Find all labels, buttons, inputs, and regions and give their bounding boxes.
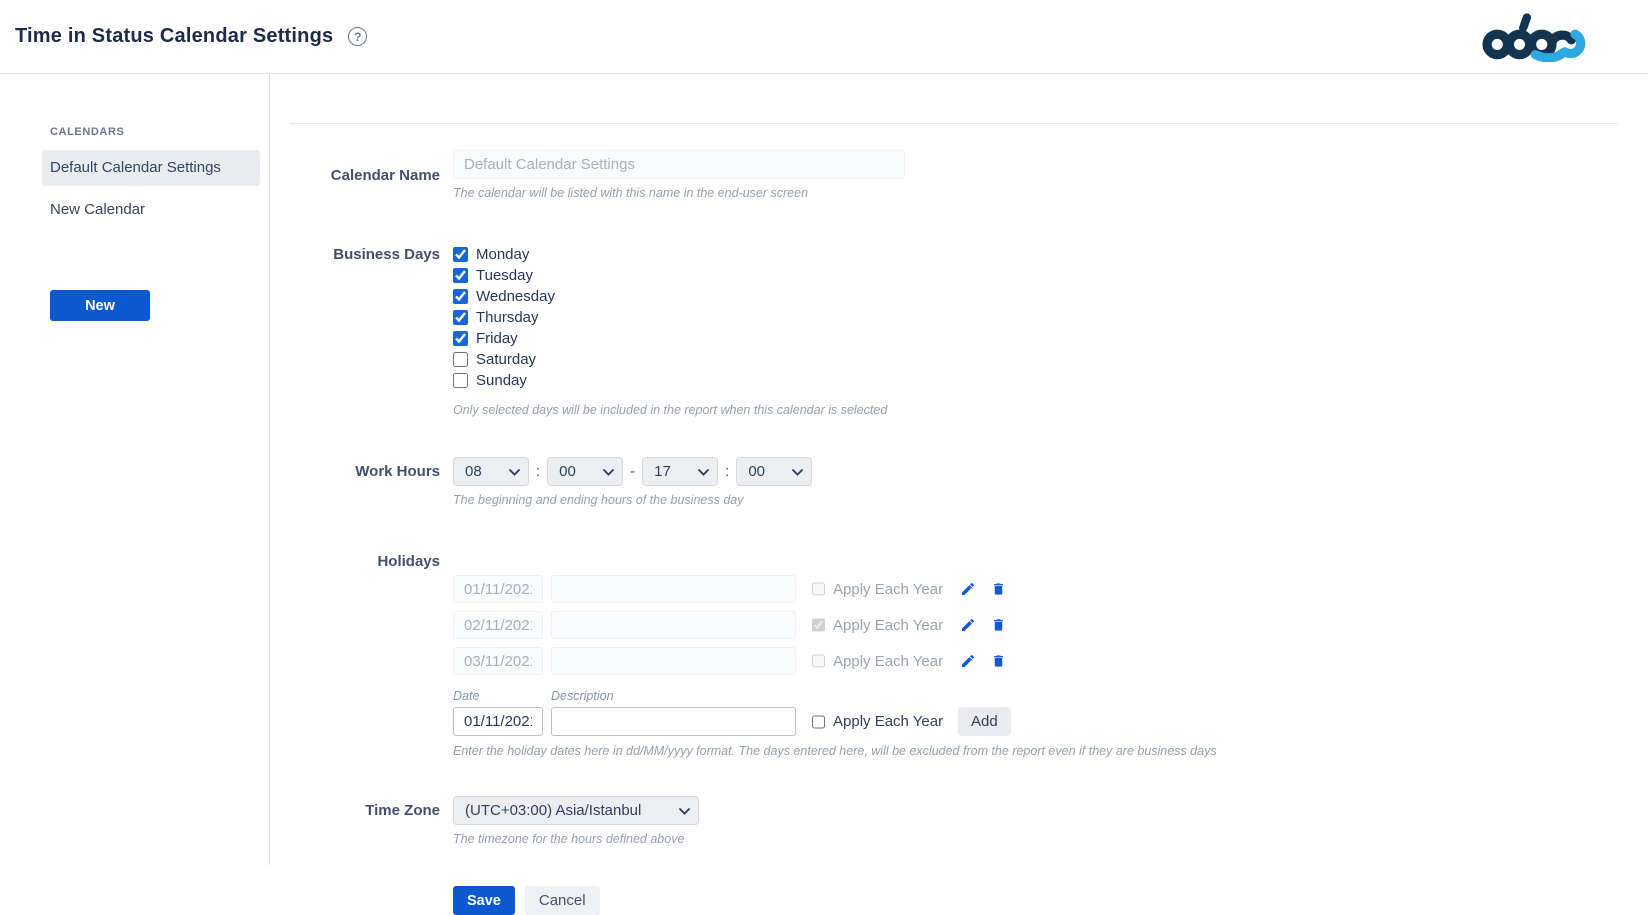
business-day-friday: Friday [453,328,1618,349]
edit-holiday-button[interactable] [960,617,976,633]
saturday-checkbox[interactable] [453,352,468,367]
help-icon[interactable]: ? [348,27,367,46]
day-label: Monday [476,246,529,263]
apply-each-year-checkbox[interactable] [812,715,825,729]
business-day-tuesday: Tuesday [453,265,1618,286]
delete-holiday-button[interactable] [991,653,1006,669]
monday-checkbox[interactable] [453,247,468,262]
business-day-wednesday: Wednesday [453,286,1618,307]
sidebar-item-default-calendar[interactable]: Default Calendar Settings [42,150,260,186]
edit-holiday-button[interactable] [960,653,976,669]
sidebar-item-label: Default Calendar Settings [50,159,221,176]
page-title: Time in Status Calendar Settings [15,25,333,48]
calendar-name-label: Calendar Name [290,167,440,184]
holiday-description-field [551,611,796,639]
apply-each-year-checkbox [812,582,825,596]
pencil-icon [960,653,976,669]
sidebar-item-new-calendar[interactable]: New Calendar [42,192,260,228]
apply-each-year-label: Apply Each Year [833,617,943,634]
new-holiday-description-input[interactable] [551,707,796,736]
time-zone-label: Time Zone [290,802,440,819]
business-day-monday: Monday [453,244,1618,265]
work-hours-label: Work Hours [290,463,440,480]
day-label: Wednesday [476,288,555,305]
start-minute-select[interactable]: 00 [547,457,623,486]
holiday-date-field [453,647,543,675]
holiday-row: Apply Each Year [453,575,1618,603]
day-label: Saturday [476,351,536,368]
apply-each-year-label: Apply Each Year [833,653,943,670]
holiday-description-field [551,575,796,603]
business-days-label: Business Days [290,246,440,263]
divider [290,123,1618,124]
apply-each-year-checkbox [812,618,825,632]
day-label: Sunday [476,372,527,389]
delete-holiday-button[interactable] [991,581,1006,597]
time-separator: : [536,463,540,480]
sidebar-item-label: New Calendar [50,201,145,218]
holiday-description-field [551,647,796,675]
work-hours-help: The beginning and ending hours of the bu… [453,493,1618,507]
trash-icon [991,653,1006,669]
sidebar-heading: CALENDARS [42,126,259,138]
sunday-checkbox[interactable] [453,373,468,388]
business-day-saturday: Saturday [453,349,1618,370]
apply-each-year-label: Apply Each Year [833,581,943,598]
apply-each-year-checkbox [812,654,825,668]
holiday-date-field [453,611,543,639]
new-calendar-button[interactable]: New [50,290,150,321]
cancel-button[interactable]: Cancel [525,886,600,915]
save-button[interactable]: Save [453,886,515,915]
date-column-label: Date [453,689,551,703]
business-day-thursday: Thursday [453,307,1618,328]
delete-holiday-button[interactable] [991,617,1006,633]
pencil-icon [960,617,976,633]
end-hour-select[interactable]: 17 [642,457,718,486]
page-header: Time in Status Calendar Settings ? [0,0,1648,74]
day-label: Thursday [476,309,539,326]
settings-form: Calendar Name The calendar will be liste… [270,74,1648,865]
obss-logo-icon [1480,12,1622,62]
new-holiday-row: Apply Each Year Add [453,707,1618,736]
end-minute-select[interactable]: 00 [736,457,812,486]
holiday-row: Apply Each Year [453,611,1618,639]
holiday-date-field [453,575,543,603]
calendar-name-input[interactable] [453,150,905,179]
new-holiday-date-input[interactable] [453,707,543,736]
day-label: Tuesday [476,267,533,284]
start-hour-select[interactable]: 08 [453,457,529,486]
friday-checkbox[interactable] [453,331,468,346]
apply-each-year-label: Apply Each Year [833,713,943,730]
holidays-help: Enter the holiday dates here in dd/MM/yy… [453,744,1618,758]
thursday-checkbox[interactable] [453,310,468,325]
description-column-label: Description [551,689,614,703]
holidays-label: Holidays [290,553,440,570]
day-label: Friday [476,330,518,347]
trash-icon [991,581,1006,597]
business-day-sunday: Sunday [453,370,1618,391]
edit-holiday-button[interactable] [960,581,976,597]
holiday-row: Apply Each Year [453,647,1618,675]
add-holiday-button[interactable]: Add [958,707,1011,736]
calendar-name-help: The calendar will be listed with this na… [453,186,1618,200]
time-zone-help: The timezone for the hours defined above [453,832,1618,846]
business-days-help: Only selected days will be included in t… [453,403,1618,417]
pencil-icon [960,581,976,597]
time-zone-select[interactable]: (UTC+03:00) Asia/Istanbul [453,796,699,825]
tuesday-checkbox[interactable] [453,268,468,283]
wednesday-checkbox[interactable] [453,289,468,304]
calendars-sidebar: CALENDARS Default Calendar Settings New … [0,74,270,865]
range-separator: - [630,463,635,480]
time-separator: : [725,463,729,480]
trash-icon [991,617,1006,633]
